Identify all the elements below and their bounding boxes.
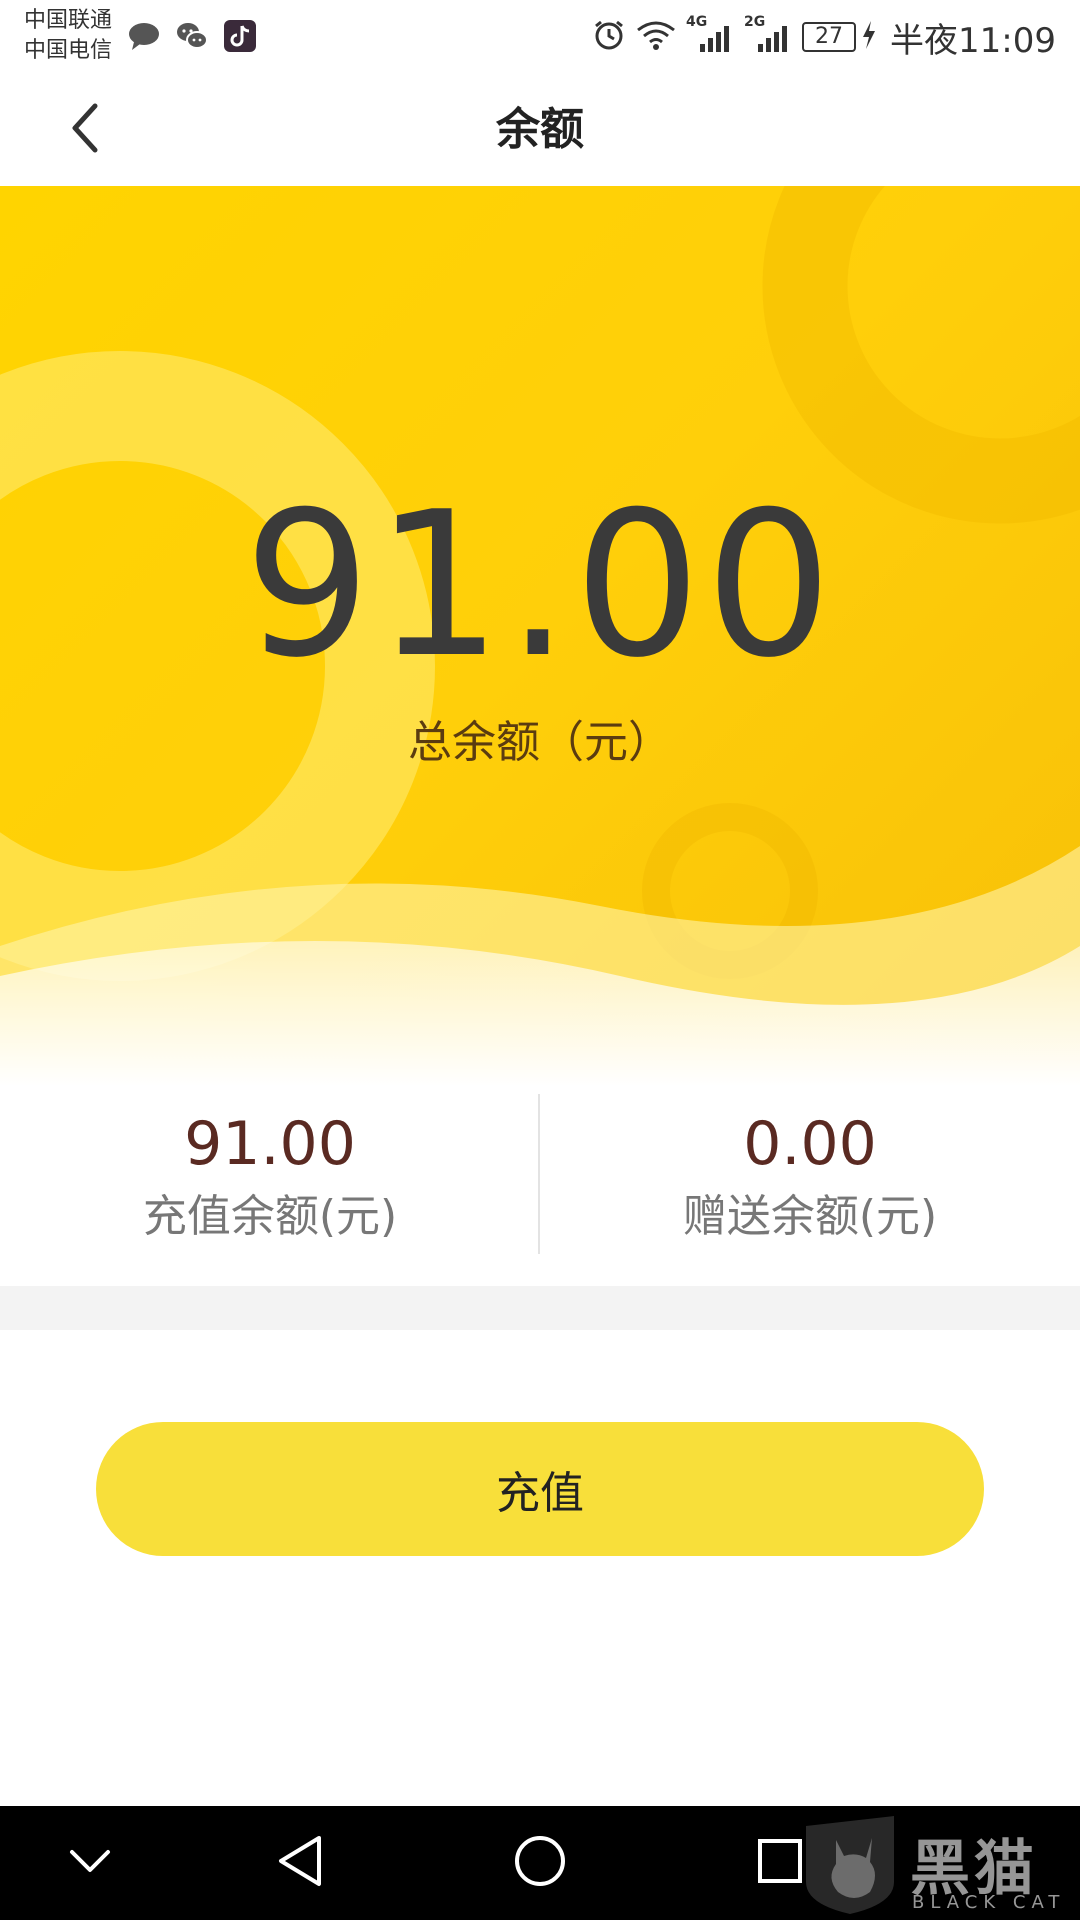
recharge-balance-value: 91.00 (184, 1109, 356, 1179)
status-bar: 中国联通 中国电信 4G 2G 27 半夜11:09 (0, 0, 1080, 74)
balance-page: 中国联通 中国电信 4G 2G 27 半夜11:09 余额 91.00 总余额（… (0, 0, 1080, 1920)
chevron-left-icon (67, 102, 103, 158)
battery-indicator: 27 (802, 21, 876, 53)
total-balance-label: 总余额（元） (408, 717, 672, 768)
carrier-2: 中国电信 (24, 38, 113, 63)
balance-hero: 91.00 总余额（元） (0, 186, 1080, 1086)
wifi-icon (636, 18, 676, 56)
clock: 半夜11:09 (890, 20, 1056, 61)
back-triangle-icon (275, 1834, 325, 1892)
status-right: 4G 2G 27 半夜11:09 (592, 12, 1056, 62)
notification-icons (126, 16, 258, 56)
home-circle-icon (512, 1833, 568, 1893)
charging-icon (862, 21, 876, 53)
back-nav-button[interactable] (265, 1828, 335, 1898)
app-header: 余额 (0, 74, 1080, 186)
network-4g-label: 4G (686, 14, 708, 30)
tiktok-icon (222, 18, 258, 54)
recharge-button[interactable]: 充值 (96, 1422, 984, 1556)
system-nav-bar: 黑猫 BLACK CAT (0, 1806, 1080, 1920)
recents-square-icon (756, 1837, 804, 1889)
page-title: 余额 (496, 104, 584, 155)
network-2g-label: 2G (744, 14, 766, 30)
alarm-icon (592, 18, 626, 56)
watermark-subtext: BLACK CAT (912, 1892, 1066, 1913)
carrier-info: 中国联通 中国电信 (24, 6, 124, 66)
recharge-balance: 91.00 充值余额(元) (0, 1086, 540, 1286)
chevron-down-icon (68, 1848, 112, 1878)
balance-breakdown: 91.00 充值余额(元) 0.00 赠送余额(元) (0, 1086, 1080, 1286)
watermark: 黑猫 BLACK CAT (800, 1812, 1070, 1916)
hide-nav-button[interactable] (55, 1828, 125, 1898)
recharge-balance-label: 充值余额(元) (142, 1191, 398, 1242)
total-balance-amount: 91.00 (243, 469, 837, 702)
wechat-icon (174, 18, 210, 54)
bonus-balance-value: 0.00 (743, 1109, 877, 1179)
signal-2g-icon: 2G (744, 14, 792, 54)
battery-level: 27 (802, 22, 857, 52)
message-icon (126, 18, 162, 54)
back-button[interactable] (50, 94, 120, 166)
carrier-1: 中国联通 (24, 8, 113, 33)
cat-logo-icon (806, 1816, 894, 1914)
section-separator (0, 1286, 1080, 1330)
bonus-balance-label: 赠送余额(元) (682, 1191, 938, 1242)
signal-4g-icon: 4G (686, 14, 734, 54)
home-nav-button[interactable] (505, 1828, 575, 1898)
bonus-balance: 0.00 赠送余额(元) (540, 1086, 1080, 1286)
